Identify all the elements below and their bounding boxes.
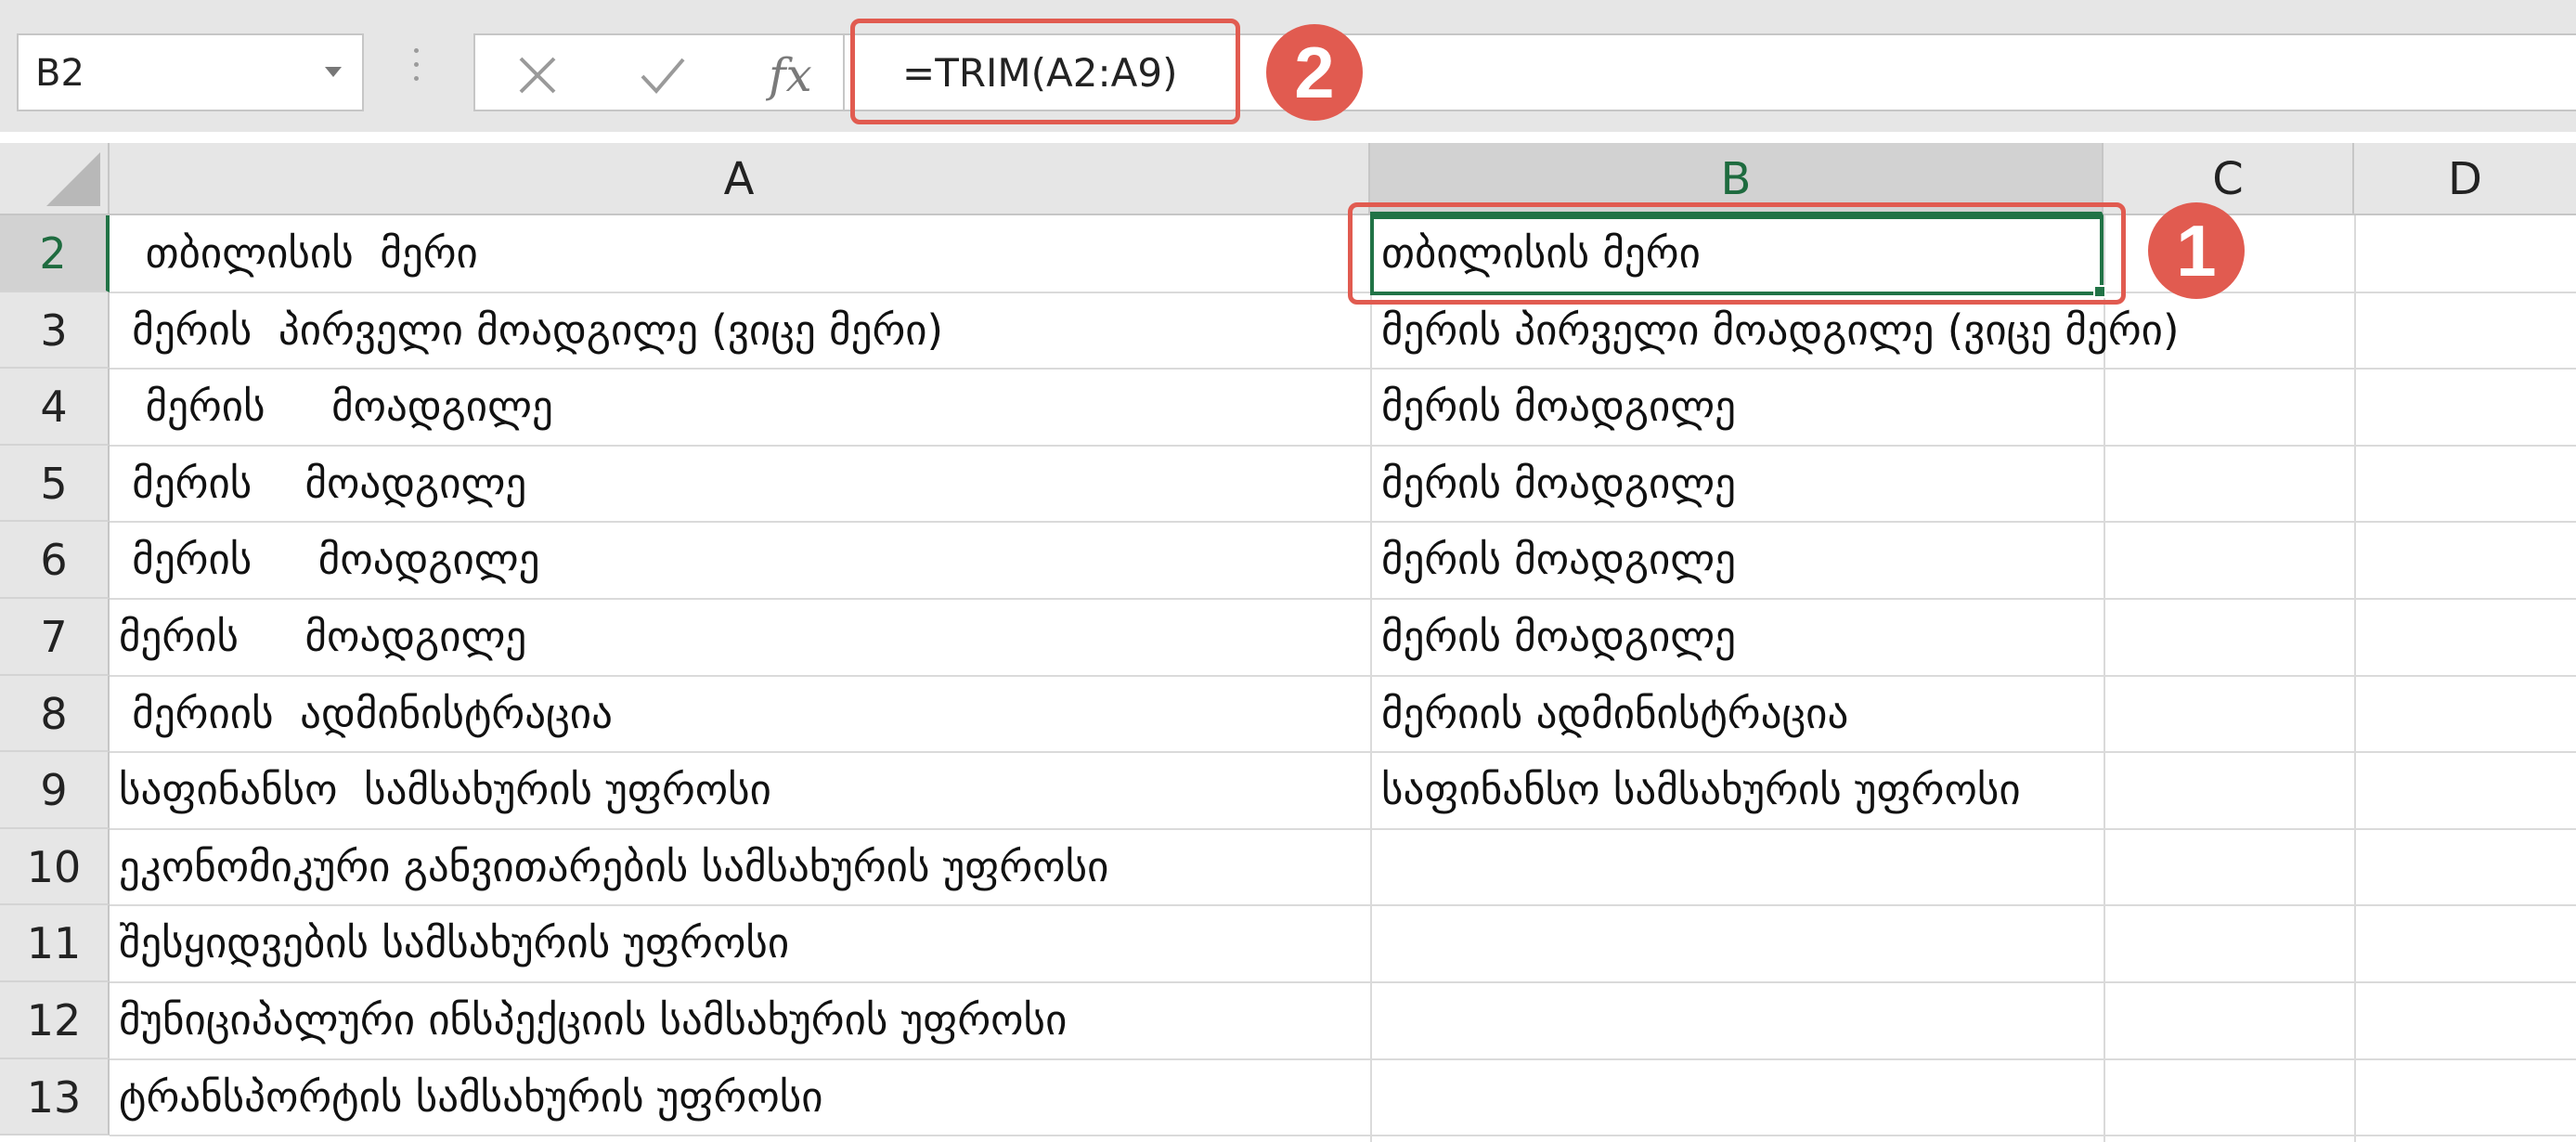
selected-cell-b2[interactable] <box>1370 215 2106 298</box>
cell-a7[interactable]: მერის მოადგილე <box>119 612 526 661</box>
cell-a3[interactable]: მერის პირველი მოადგილე (ვიცე მერი) <box>119 305 943 355</box>
row-header-3[interactable]: 3 <box>0 292 110 369</box>
gridline <box>2354 215 2356 1142</box>
row-header-5[interactable]: 5 <box>0 446 110 522</box>
row-header-2[interactable]: 2 <box>0 215 110 292</box>
fx-icon[interactable]: fx <box>769 48 812 102</box>
select-all-button[interactable] <box>0 143 110 215</box>
close-icon[interactable] <box>516 54 559 97</box>
cell-a12[interactable]: მუნიციპალური ინსპექციის სამსახურის უფროს… <box>119 995 1067 1045</box>
gridline <box>110 904 2576 906</box>
cell-b5[interactable]: მერის მოადგილე <box>1381 459 1736 508</box>
gridline <box>110 598 2576 600</box>
formula-buttons: fx <box>473 33 845 111</box>
row-header-9[interactable]: 9 <box>0 752 110 829</box>
row-header-4[interactable]: 4 <box>0 369 110 446</box>
cell-b6[interactable]: მერის მოადგილე <box>1381 535 1736 584</box>
cell-a6[interactable]: მერის მოადგილე <box>119 535 539 584</box>
gridline <box>110 675 2576 677</box>
gridline <box>1370 215 1372 1142</box>
row-header-8[interactable]: 8 <box>0 676 110 752</box>
row-header-12[interactable]: 12 <box>0 982 110 1059</box>
name-box[interactable]: B2 <box>17 33 364 111</box>
row-header-10[interactable]: 10 <box>0 829 110 905</box>
cell-a13[interactable]: ტრანსპორტის სამსახურის უფროსი <box>119 1072 823 1122</box>
more-options-icon[interactable] <box>414 48 421 89</box>
row-header-6[interactable]: 6 <box>0 522 110 599</box>
cell-a9[interactable]: საფინანსო სამსახურის უფროსი <box>119 765 771 814</box>
cell-a2[interactable]: თბილისის მერი <box>119 228 478 278</box>
gridline <box>110 521 2576 523</box>
check-icon[interactable] <box>639 54 687 97</box>
gridline <box>110 368 2576 370</box>
callout-badge-2: 2 <box>1266 24 1363 121</box>
row-header-7[interactable]: 7 <box>0 599 110 676</box>
gridline <box>110 751 2576 753</box>
cell-a11[interactable]: შესყიდვების სამსახურის უფროსი <box>119 918 789 967</box>
cell-a8[interactable]: მერიის ადმინისტრაცია <box>119 689 613 738</box>
callout-badge-1: 1 <box>2148 202 2245 299</box>
column-header-d[interactable]: D <box>2354 143 2576 215</box>
column-header-a[interactable]: A <box>110 143 1370 215</box>
fill-handle[interactable] <box>2093 285 2106 298</box>
gridline <box>110 445 2576 447</box>
cell-b8[interactable]: მერიის ადმინისტრაცია <box>1381 689 1848 738</box>
gridline <box>110 1135 2576 1136</box>
row-header-13[interactable]: 13 <box>0 1059 110 1136</box>
cell-a4[interactable]: მერის მოადგილე <box>119 382 553 431</box>
name-box-value: B2 <box>35 52 84 95</box>
cell-b3[interactable]: მერის პირველი მოადგილე (ვიცე მერი) <box>1381 305 2180 355</box>
cell-a10[interactable]: ეკონომიკური განვითარების სამსახურის უფრო… <box>119 842 1108 891</box>
formula-text[interactable]: =TRIM(A2:A9) <box>902 50 1177 96</box>
gridline <box>110 981 2576 983</box>
cell-b4[interactable]: მერის მოადგილე <box>1381 382 1736 431</box>
gridline <box>110 1058 2576 1060</box>
cell-a5[interactable]: მერის მოადგილე <box>119 459 526 508</box>
cell-b7[interactable]: მერის მოადგილე <box>1381 612 1736 661</box>
row-header-11[interactable]: 11 <box>0 905 110 982</box>
cell-b9[interactable]: საფინანსო სამსახურის უფროსი <box>1381 765 2021 814</box>
gridline <box>110 828 2576 830</box>
chevron-down-icon[interactable] <box>325 67 342 77</box>
column-header-c[interactable]: C <box>2104 143 2354 215</box>
